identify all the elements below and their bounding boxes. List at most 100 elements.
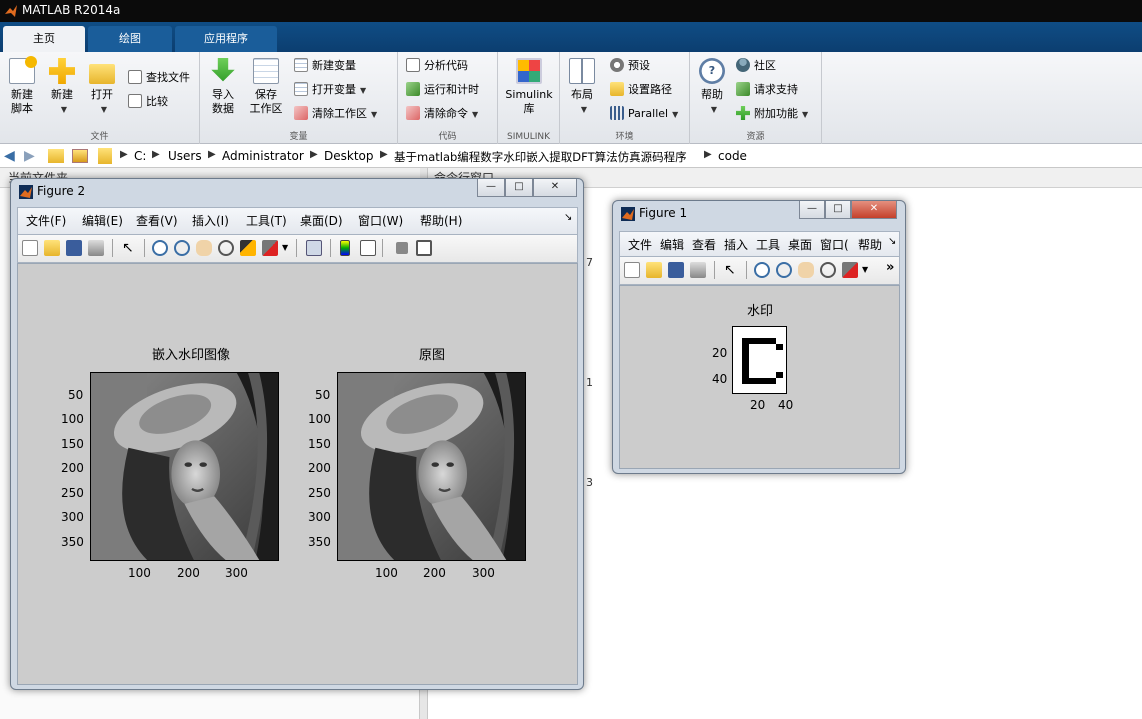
menu-view[interactable]: 查看 bbox=[692, 236, 716, 253]
figure2-canvas[interactable]: 嵌入水印图像 50 100 150 200 250 300 350 100 20… bbox=[17, 263, 578, 685]
brush-icon[interactable] bbox=[842, 262, 858, 278]
preferences-button[interactable]: 预设 bbox=[610, 56, 650, 76]
save-icon[interactable] bbox=[668, 262, 684, 278]
open-file-icon[interactable] bbox=[646, 262, 662, 278]
new-variable-button[interactable]: 新建变量 bbox=[294, 56, 356, 76]
find-files-button[interactable]: 查找文件 bbox=[128, 68, 190, 88]
data-cursor-icon[interactable] bbox=[240, 240, 256, 256]
community-button[interactable]: 社区 bbox=[736, 56, 776, 76]
save-workspace-button[interactable]: 保存 工作区 bbox=[246, 58, 286, 116]
show-plot-tools-icon[interactable] bbox=[416, 240, 432, 256]
menu-help[interactable]: 帮助(H) bbox=[420, 212, 462, 229]
pan-icon[interactable] bbox=[196, 240, 212, 256]
menu-dock-arrow-icon[interactable]: ↘ bbox=[888, 236, 896, 247]
add-ons-button[interactable]: 附加功能 ▼ bbox=[736, 104, 808, 124]
tab-home[interactable]: 主页 bbox=[3, 26, 85, 52]
tab-apps[interactable]: 应用程序 bbox=[175, 26, 277, 52]
open-file-icon[interactable] bbox=[44, 240, 60, 256]
menu-help[interactable]: 帮助 bbox=[858, 236, 882, 253]
layout-button[interactable]: 布局 ▼ bbox=[566, 58, 598, 117]
parallel-button[interactable]: Parallel ▼ bbox=[610, 104, 678, 124]
help-icon: ? bbox=[699, 58, 725, 84]
figure1-window[interactable]: Figure 1 — □ ✕ 文件 编辑 查看 插入 工具 桌面 窗口( 帮助 … bbox=[612, 200, 906, 474]
menu-edit[interactable]: 编辑(E) bbox=[82, 212, 123, 229]
breadcrumb-administrator[interactable]: Administrator bbox=[222, 149, 304, 163]
import-data-button[interactable]: 导入 数据 bbox=[206, 58, 240, 116]
pointer-icon[interactable]: ↖ bbox=[122, 240, 138, 256]
watermarked-image[interactable] bbox=[90, 372, 279, 561]
browse-folder-icon[interactable] bbox=[72, 149, 88, 163]
new-figure-icon[interactable] bbox=[22, 240, 38, 256]
title-bar: MATLAB R2014a bbox=[0, 0, 1142, 22]
close-button[interactable]: ✕ bbox=[533, 179, 577, 197]
new-button[interactable]: 新建 ▼ bbox=[46, 58, 78, 117]
clear-commands-button[interactable]: 清除命令 ▼ bbox=[406, 104, 478, 124]
open-variable-button[interactable]: 打开变量 ▼ bbox=[294, 80, 366, 100]
up-folder-icon[interactable] bbox=[48, 149, 64, 163]
menu-edit[interactable]: 编辑 bbox=[660, 236, 684, 253]
breadcrumb-users[interactable]: Users bbox=[168, 149, 202, 163]
menu-dock-arrow-icon[interactable]: ↘ bbox=[564, 212, 572, 223]
figure1-canvas[interactable]: 水印 20 40 20 40 bbox=[619, 285, 900, 469]
forward-arrow-icon[interactable]: ▶ bbox=[24, 148, 35, 164]
analyze-code-button[interactable]: 分析代码 bbox=[406, 56, 468, 76]
breadcrumb-project-folder[interactable]: 基于matlab编程数字水印嵌入提取DFT算法仿真源码程序 bbox=[394, 149, 687, 165]
breadcrumb-drive[interactable]: C: bbox=[134, 149, 146, 163]
zoom-in-icon[interactable] bbox=[754, 262, 770, 278]
menu-desktop[interactable]: 桌面 bbox=[788, 236, 812, 253]
menu-insert[interactable]: 插入 bbox=[724, 236, 748, 253]
path-separator-icon: ▶ bbox=[380, 149, 388, 160]
maximize-button[interactable]: □ bbox=[825, 201, 851, 219]
command-line-number: 3 bbox=[586, 476, 593, 489]
close-button[interactable]: ✕ bbox=[851, 201, 897, 219]
breadcrumb-desktop[interactable]: Desktop bbox=[324, 149, 374, 163]
new-figure-icon[interactable] bbox=[624, 262, 640, 278]
menu-window[interactable]: 窗口( bbox=[820, 236, 849, 253]
menu-file[interactable]: 文件 bbox=[628, 236, 652, 253]
chevron-down-icon[interactable]: ▼ bbox=[282, 243, 288, 252]
import-arrow-icon bbox=[211, 58, 235, 82]
compare-button[interactable]: 比较 bbox=[128, 92, 168, 112]
menu-window[interactable]: 窗口(W) bbox=[358, 212, 403, 229]
brush-icon[interactable] bbox=[262, 240, 278, 256]
new-script-button[interactable]: 新建 脚本 bbox=[6, 56, 38, 116]
simulink-library-button[interactable]: Simulink 库 bbox=[502, 58, 556, 116]
menu-desktop[interactable]: 桌面(D) bbox=[300, 212, 343, 229]
save-icon[interactable] bbox=[66, 240, 82, 256]
legend-icon[interactable] bbox=[360, 240, 376, 256]
set-path-button[interactable]: 设置路径 bbox=[610, 80, 672, 100]
zoom-out-icon[interactable] bbox=[174, 240, 190, 256]
menu-tools[interactable]: 工具 bbox=[756, 236, 780, 253]
maximize-button[interactable]: □ bbox=[505, 179, 533, 197]
chevron-down-icon[interactable]: ▼ bbox=[862, 265, 868, 274]
zoom-out-icon[interactable] bbox=[776, 262, 792, 278]
link-plot-icon[interactable] bbox=[306, 240, 322, 256]
tab-plots[interactable]: 绘图 bbox=[88, 26, 172, 52]
help-button[interactable]: ? 帮助 ▼ bbox=[696, 58, 728, 117]
print-icon[interactable] bbox=[690, 262, 706, 278]
toolbar-overflow-icon[interactable]: » bbox=[886, 260, 894, 275]
menu-view[interactable]: 查看(V) bbox=[136, 212, 178, 229]
print-icon[interactable] bbox=[88, 240, 104, 256]
figure2-window[interactable]: Figure 2 — □ ✕ 文件(F) 编辑(E) 查看(V) 插入(I) 工… bbox=[10, 178, 584, 690]
menu-file[interactable]: 文件(F) bbox=[26, 212, 66, 229]
open-button[interactable]: 打开 ▼ bbox=[86, 58, 118, 117]
breadcrumb-code[interactable]: code bbox=[718, 149, 747, 163]
hide-plot-tools-icon[interactable] bbox=[396, 242, 408, 254]
request-support-button[interactable]: 请求支持 bbox=[736, 80, 798, 100]
back-arrow-icon[interactable]: ◀ bbox=[4, 148, 15, 164]
minimize-button[interactable]: — bbox=[799, 201, 825, 219]
rotate-3d-icon[interactable] bbox=[820, 262, 836, 278]
watermark-image[interactable] bbox=[732, 326, 787, 394]
menu-tools[interactable]: 工具(T) bbox=[246, 212, 287, 229]
pan-icon[interactable] bbox=[798, 262, 814, 278]
minimize-button[interactable]: — bbox=[477, 179, 505, 197]
pointer-icon[interactable]: ↖ bbox=[724, 262, 740, 278]
rotate-3d-icon[interactable] bbox=[218, 240, 234, 256]
clear-workspace-button[interactable]: 清除工作区 ▼ bbox=[294, 104, 377, 124]
menu-insert[interactable]: 插入(I) bbox=[192, 212, 229, 229]
original-image[interactable] bbox=[337, 372, 526, 561]
run-and-time-button[interactable]: 运行和计时 bbox=[406, 80, 479, 100]
zoom-in-icon[interactable] bbox=[152, 240, 168, 256]
colorbar-icon[interactable] bbox=[340, 240, 350, 256]
